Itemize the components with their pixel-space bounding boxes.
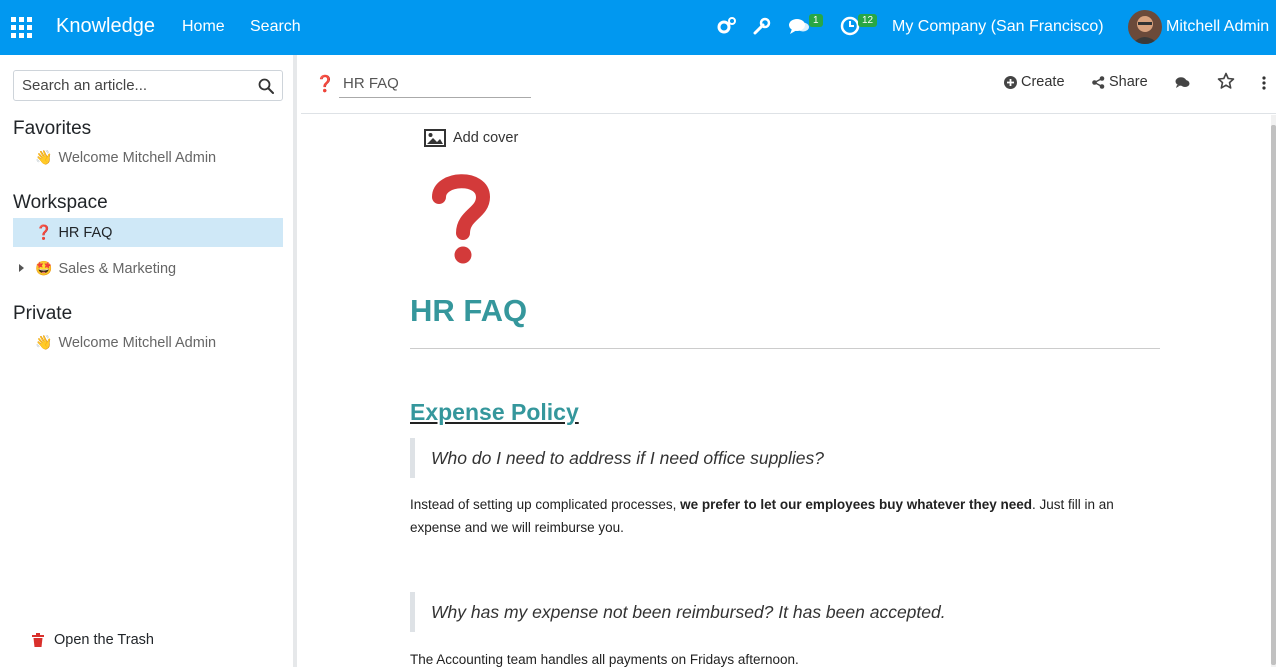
favorite-star-button[interactable] xyxy=(1217,72,1239,90)
activity-clock-icon[interactable]: 12 xyxy=(840,14,878,38)
sidebar-item-private-welcome[interactable]: 👋 Welcome Mitchell Admin xyxy=(13,328,283,357)
private-title: Private xyxy=(13,303,73,324)
faq-question-1[interactable]: Who do I need to address if I need offic… xyxy=(410,438,1110,478)
article-title[interactable]: HR FAQ xyxy=(410,293,527,329)
trash-icon xyxy=(32,633,44,647)
user-menu[interactable]: Mitchell Admin xyxy=(1166,18,1269,36)
content-scrollbar[interactable] xyxy=(1271,115,1276,667)
chatter-toggle-button[interactable] xyxy=(1175,76,1194,89)
sidebar-item-sales-marketing[interactable]: 🤩 Sales & Marketing xyxy=(13,254,283,283)
app-brand[interactable]: Knowledge xyxy=(56,15,155,38)
faq-question-2[interactable]: Why has my expense not been reimbursed? … xyxy=(410,592,1110,632)
image-icon xyxy=(424,129,446,147)
trash-label: Open the Trash xyxy=(54,632,154,648)
top-navbar: Knowledge Home Search 1 12 My Company (S… xyxy=(0,0,1276,55)
open-trash-link[interactable]: Open the Trash xyxy=(32,632,154,648)
plus-circle-icon xyxy=(1004,75,1017,89)
comments-icon xyxy=(1175,77,1190,88)
favorites-title: Favorites xyxy=(13,118,92,139)
chat-badge: 1 xyxy=(809,14,823,27)
section-heading-expense-policy[interactable]: Expense Policy xyxy=(410,399,579,426)
article-question-emoji-icon[interactable] xyxy=(429,171,493,267)
knowledge-sidebar: Favorites 👋 Welcome Mitchell Admin Works… xyxy=(0,55,297,667)
apps-menu-icon[interactable] xyxy=(11,17,32,38)
add-cover-button[interactable]: Add cover xyxy=(424,129,518,147)
chat-icon[interactable]: 1 xyxy=(788,14,823,38)
share-button[interactable]: Share xyxy=(1092,74,1148,90)
title-separator xyxy=(410,348,1160,349)
share-icon xyxy=(1092,75,1105,89)
article-search-input[interactable] xyxy=(14,71,250,100)
wrench-icon[interactable] xyxy=(752,16,774,38)
article-toolbar: ❓ Create Share xyxy=(301,55,1276,114)
sidebar-item-label: Welcome Mitchell Admin xyxy=(58,334,217,351)
menu-home[interactable]: Home xyxy=(182,18,225,36)
faq-answer-1[interactable]: Instead of setting up complicated proces… xyxy=(410,493,1150,539)
star-struck-emoji-icon: 🤩 xyxy=(35,260,53,276)
more-options-button[interactable] xyxy=(1262,76,1270,90)
activity-badge: 12 xyxy=(858,14,878,27)
search-icon[interactable] xyxy=(258,78,274,94)
question-emoji-icon: ❓ xyxy=(35,224,53,240)
star-outline-icon xyxy=(1217,72,1235,89)
sidebar-item-favorite-welcome[interactable]: 👋 Welcome Mitchell Admin xyxy=(13,143,283,172)
sidebar-item-hr-faq[interactable]: ❓ HR FAQ xyxy=(13,218,283,247)
company-switcher[interactable]: My Company (San Francisco) xyxy=(892,18,1104,36)
user-avatar[interactable] xyxy=(1128,10,1162,44)
wave-emoji-icon: 👋 xyxy=(35,149,53,165)
wave-emoji-icon: 👋 xyxy=(35,334,53,350)
menu-search[interactable]: Search xyxy=(250,18,301,36)
sidebar-item-label: HR FAQ xyxy=(58,224,113,241)
vertical-ellipsis-icon xyxy=(1262,76,1266,90)
expand-caret-icon[interactable] xyxy=(19,264,24,272)
sidebar-item-label: Sales & Marketing xyxy=(58,260,177,277)
article-search[interactable] xyxy=(13,70,283,101)
create-button[interactable]: Create xyxy=(1004,74,1065,90)
sidebar-item-label: Welcome Mitchell Admin xyxy=(58,149,217,166)
debug-gears-icon[interactable] xyxy=(717,16,739,38)
article-name-input[interactable] xyxy=(339,70,531,98)
faq-answer-2[interactable]: The Accounting team handles all payments… xyxy=(410,648,1150,671)
workspace-title: Workspace xyxy=(13,192,108,213)
article-main: ❓ Create Share xyxy=(301,55,1276,667)
article-emoji-icon[interactable]: ❓ xyxy=(315,74,335,94)
